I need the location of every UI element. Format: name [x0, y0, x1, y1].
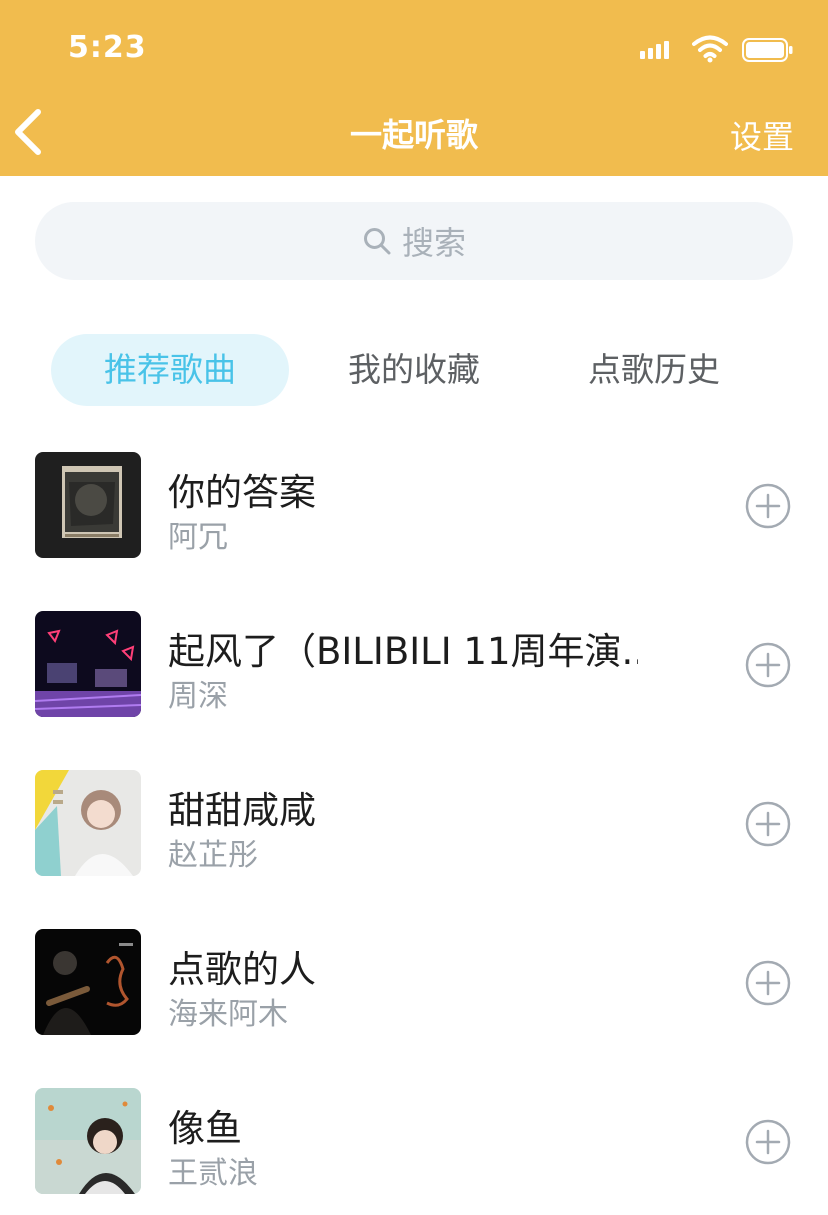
- song-title: 点歌的人: [168, 948, 316, 991]
- app-header: 5:23 一起听歌 设置: [0, 0, 828, 176]
- plus-circle-icon[interactable]: [744, 959, 792, 1007]
- page-title: 一起听歌: [349, 116, 478, 154]
- album-cover: [35, 1088, 141, 1194]
- song-row[interactable]: 像鱼 王贰浪: [0, 1088, 828, 1208]
- album-cover: [35, 452, 141, 558]
- song-title: 甜甜咸咸: [168, 789, 316, 832]
- song-row[interactable]: 点歌的人 海来阿木: [0, 929, 828, 1049]
- song-artist: 周深: [168, 679, 228, 714]
- song-title: 像鱼: [168, 1107, 242, 1150]
- battery-icon: [742, 38, 793, 62]
- plus-circle-icon[interactable]: [744, 800, 792, 848]
- tab-my-favorites[interactable]: 我的收藏: [314, 334, 514, 406]
- song-row[interactable]: 起风了（BILIBILI 11周年演... 周深: [0, 611, 828, 731]
- song-artist: 阿冗: [168, 520, 228, 555]
- status-icons: [634, 33, 794, 65]
- song-title: 你的答案: [168, 471, 316, 514]
- plus-circle-icon[interactable]: [744, 641, 792, 689]
- tab-recommended-songs[interactable]: 推荐歌曲: [51, 334, 289, 406]
- song-artist: 海来阿木: [168, 997, 288, 1032]
- plus-circle-icon[interactable]: [744, 1118, 792, 1166]
- search-placeholder: 搜索: [401, 224, 466, 262]
- album-cover: [35, 770, 141, 876]
- search-icon: [363, 228, 391, 255]
- song-artist: 赵芷彤: [168, 838, 258, 873]
- settings-button[interactable]: 设置: [730, 112, 794, 158]
- plus-circle-icon[interactable]: [744, 482, 792, 530]
- search-input[interactable]: 搜索: [35, 202, 793, 280]
- wifi-icon: [692, 35, 728, 63]
- song-title: 起风了（BILIBILI 11周年演...: [168, 630, 638, 673]
- album-cover: [35, 611, 141, 717]
- tab-request-history[interactable]: 点歌历史: [554, 334, 754, 406]
- song-row[interactable]: 你的答案 阿冗: [0, 452, 828, 572]
- song-row[interactable]: 甜甜咸咸 赵芷彤: [0, 770, 828, 890]
- song-artist: 王贰浪: [168, 1156, 258, 1191]
- signal-icon: [640, 41, 669, 59]
- status-time: 5:23: [68, 30, 147, 65]
- album-cover: [35, 929, 141, 1035]
